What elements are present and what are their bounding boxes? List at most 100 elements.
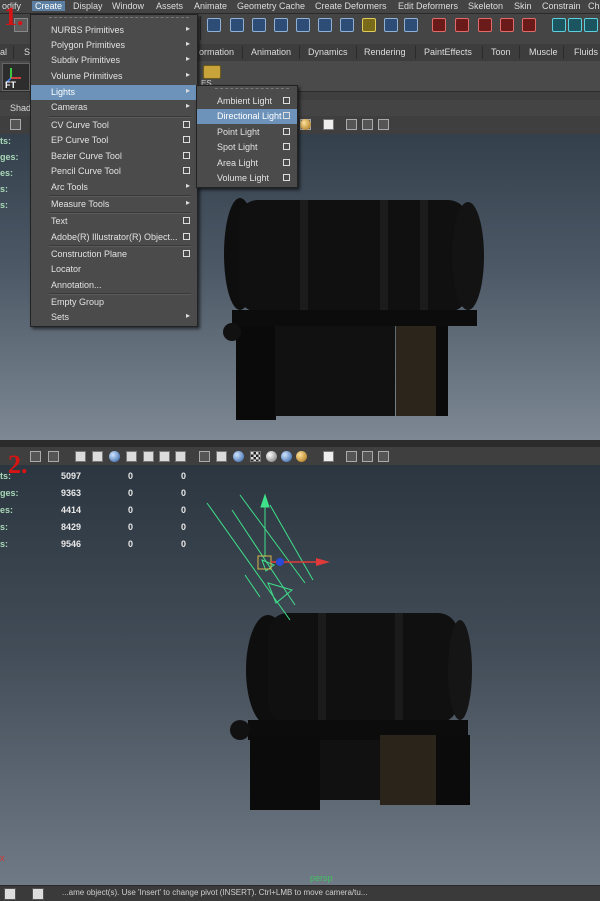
camera-icon[interactable] xyxy=(30,451,41,462)
menu-item-volume-light[interactable]: Volume Light xyxy=(197,171,297,186)
share-icon[interactable] xyxy=(378,451,389,462)
menu-edit-deformers[interactable]: Edit Deformers xyxy=(398,1,458,11)
render-icon[interactable] xyxy=(432,18,446,32)
menu-item-ambient-light[interactable]: Ambient Light xyxy=(197,94,297,109)
shelf-button-left[interactable]: FT xyxy=(2,63,30,91)
lighting-icon[interactable] xyxy=(300,119,311,130)
frame-icon[interactable] xyxy=(362,119,373,130)
output-icon[interactable] xyxy=(404,18,418,32)
tool-settings-icon[interactable] xyxy=(584,18,598,32)
menu-item-locator[interactable]: Locator xyxy=(31,262,197,277)
snap-view-icon[interactable] xyxy=(274,18,288,32)
snap-live-icon[interactable] xyxy=(318,18,332,32)
hypershade-icon[interactable] xyxy=(500,18,514,32)
isolate-icon[interactable] xyxy=(346,451,357,462)
tab-fluids[interactable]: Fluids xyxy=(574,47,598,57)
directional-light-manipulator[interactable] xyxy=(0,465,600,885)
folder-icon[interactable] xyxy=(203,65,221,79)
menu-skeleton[interactable]: Skeleton xyxy=(468,1,503,11)
tab-toon[interactable]: Toon xyxy=(491,47,511,57)
channel-box-icon[interactable] xyxy=(552,18,566,32)
menu-item-polygon-primitives[interactable]: Polygon Primitives ▸ xyxy=(31,38,197,53)
menu-item-pencil-curve-tool[interactable]: Pencil Curve Tool xyxy=(31,164,197,179)
use-lights-icon[interactable] xyxy=(296,451,307,462)
menu-display[interactable]: Display xyxy=(73,1,103,11)
menu-item-subdiv-primitives[interactable]: Subdiv Primitives ▸ xyxy=(31,53,197,68)
menu-item-ep-curve-tool[interactable]: EP Curve Tool xyxy=(31,133,197,148)
snap-surface-icon[interactable] xyxy=(296,18,310,32)
menu-item-lights[interactable]: Lights ▸ xyxy=(31,85,197,100)
grid-icon[interactable] xyxy=(10,119,21,130)
menu-item-point-light[interactable]: Point Light xyxy=(197,125,297,140)
divider xyxy=(356,46,357,59)
attribute-editor-icon[interactable] xyxy=(568,18,582,32)
default-lighting-icon[interactable] xyxy=(250,451,261,462)
snap-point-icon[interactable] xyxy=(252,18,266,32)
all-lights-icon[interactable] xyxy=(266,451,277,462)
menu-item-spot-light[interactable]: Spot Light xyxy=(197,140,297,155)
menu-window[interactable]: Window xyxy=(112,1,144,11)
window-icon[interactable] xyxy=(4,888,16,900)
image-plane-icon[interactable] xyxy=(75,451,86,462)
menu-item-cv-curve-tool[interactable]: CV Curve Tool xyxy=(31,118,197,133)
menu-animate[interactable]: Animate xyxy=(194,1,227,11)
tear-off-handle[interactable] xyxy=(49,17,189,20)
menu-character[interactable]: Ch xyxy=(588,1,600,11)
menu-item-nurbs-primitives[interactable]: NURBS Primitives ▸ xyxy=(31,23,197,38)
input-icon[interactable] xyxy=(384,18,398,32)
snap-curve-icon[interactable] xyxy=(230,18,244,32)
close-icon[interactable] xyxy=(32,888,44,900)
menu-item-annotation[interactable]: Annotation... xyxy=(31,278,197,293)
menu-item-cameras[interactable]: Cameras ▸ xyxy=(31,100,197,115)
tear-off-handle[interactable] xyxy=(215,88,289,91)
menu-create-deformers[interactable]: Create Deformers xyxy=(315,1,387,11)
render-settings-icon[interactable] xyxy=(478,18,492,32)
shadows-icon[interactable] xyxy=(281,451,292,462)
menu-item-directional-light[interactable]: Directional Light xyxy=(197,109,297,124)
field-chart-icon[interactable] xyxy=(159,451,170,462)
menu-item-illustrator-object[interactable]: Adobe(R) Illustrator(R) Object... xyxy=(31,230,197,245)
wireframe-icon[interactable] xyxy=(199,451,210,462)
safe-title-icon[interactable] xyxy=(175,451,186,462)
textured-icon[interactable] xyxy=(233,451,244,462)
film-gate-icon[interactable] xyxy=(109,451,120,462)
menu-item-sets[interactable]: Sets ▸ xyxy=(31,310,197,325)
ipr-render-icon[interactable] xyxy=(455,18,469,32)
help-icon[interactable] xyxy=(362,18,376,32)
isolate-icon[interactable] xyxy=(346,119,357,130)
tab-deformation[interactable]: ormation xyxy=(199,47,234,57)
history-icon[interactable] xyxy=(340,18,354,32)
xray-icon[interactable] xyxy=(323,119,334,130)
render-view-icon[interactable] xyxy=(522,18,536,32)
tab-rendering[interactable]: Rendering xyxy=(364,47,406,57)
gate-mask-icon[interactable] xyxy=(143,451,154,462)
move-icon[interactable] xyxy=(207,18,221,32)
menu-item-measure-tools[interactable]: Measure Tools ▸ xyxy=(31,197,197,212)
menu-item-area-light[interactable]: Area Light xyxy=(197,156,297,171)
frame-icon[interactable] xyxy=(362,451,373,462)
menu-constrain[interactable]: Constrain xyxy=(542,1,581,11)
menu-item-arc-tools[interactable]: Arc Tools ▸ xyxy=(31,180,197,195)
menu-assets[interactable]: Assets xyxy=(156,1,183,11)
menu-item-construction-plane[interactable]: Construction Plane xyxy=(31,247,197,262)
grid-view-icon[interactable] xyxy=(92,451,103,462)
menu-shading[interactable]: Shad xyxy=(10,103,31,113)
smooth-shade-icon[interactable] xyxy=(216,451,227,462)
tab-painteffects[interactable]: PaintEffects xyxy=(424,47,472,57)
menu-item-empty-group[interactable]: Empty Group xyxy=(31,295,197,310)
menu-create[interactable]: Create xyxy=(32,1,66,11)
viewport-3d-persp[interactable]: ts: ges: es: s: s: 5097 0 0 9363 0 0 441… xyxy=(0,465,600,885)
menu-item-text[interactable]: Text xyxy=(31,214,197,229)
share-icon[interactable] xyxy=(378,119,389,130)
menu-geometry-cache[interactable]: Geometry Cache xyxy=(237,1,305,11)
tab-dynamics[interactable]: Dynamics xyxy=(308,47,348,57)
xray-icon[interactable] xyxy=(323,451,334,462)
menu-skin[interactable]: Skin xyxy=(514,1,532,11)
resolution-gate-icon[interactable] xyxy=(126,451,137,462)
bookmark-icon[interactable] xyxy=(48,451,59,462)
tab-animation[interactable]: Animation xyxy=(251,47,291,57)
tab-general[interactable]: al xyxy=(0,47,7,57)
tab-muscle[interactable]: Muscle xyxy=(529,47,558,57)
menu-item-bezier-curve-tool[interactable]: Bezier Curve Tool xyxy=(31,149,197,164)
menu-item-volume-primitives[interactable]: Volume Primitives ▸ xyxy=(31,69,197,84)
